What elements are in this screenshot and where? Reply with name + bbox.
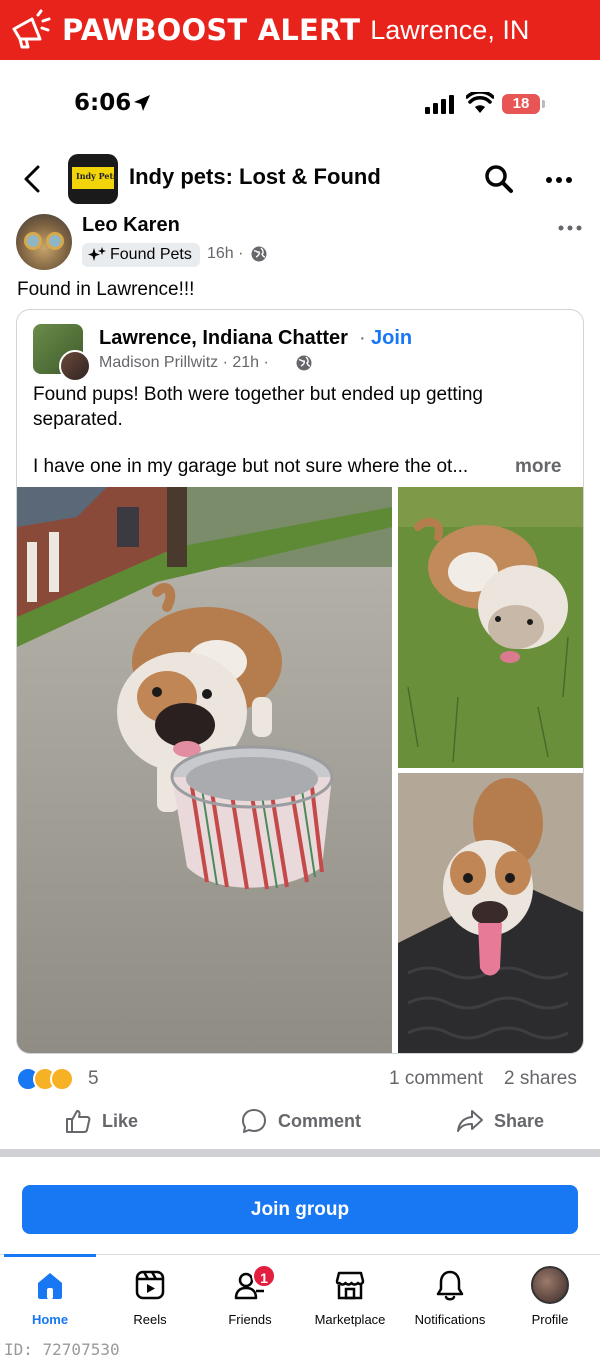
home-icon xyxy=(38,1273,62,1299)
pawboost-alert-banner: PAWBOOST ALERT Lawrence, IN xyxy=(0,0,600,60)
photo-right-top[interactable] xyxy=(398,487,583,768)
sad-reaction-icon xyxy=(50,1067,74,1091)
post-text: Found in Lawrence!!! xyxy=(17,279,195,300)
join-group-button[interactable]: Join group xyxy=(22,1185,578,1234)
nav-home[interactable]: Home xyxy=(0,1266,100,1327)
see-more-link[interactable]: more xyxy=(515,456,561,478)
friends-notification-badge: 1 xyxy=(252,1264,276,1288)
search-icon[interactable] xyxy=(484,164,514,194)
post-time[interactable]: 16h · xyxy=(207,245,243,263)
nav-profile[interactable]: Profile xyxy=(500,1266,600,1327)
nav-profile-label: Profile xyxy=(531,1312,569,1327)
like-label: Like xyxy=(102,1110,139,1131)
post-more-icon[interactable] xyxy=(558,225,582,231)
shared-author-line[interactable]: Madison Prillwitz · 21h · xyxy=(99,354,269,372)
status-bar: 6:06 18 xyxy=(0,60,600,148)
reaction-count[interactable]: 5 xyxy=(88,1068,99,1090)
share-button[interactable]: Share xyxy=(456,1104,544,1138)
reels-icon xyxy=(135,1270,165,1300)
reaction-icons[interactable] xyxy=(16,1066,74,1092)
avatar-glass-left xyxy=(24,232,42,250)
profile-avatar xyxy=(531,1266,569,1304)
section-divider xyxy=(0,1149,600,1157)
group-header: Indy Pets Indy pets: Lost & Found xyxy=(0,150,600,208)
megaphone-icon xyxy=(12,9,51,49)
shared-separator: · xyxy=(359,327,366,349)
nav-reels[interactable]: Reels xyxy=(100,1266,200,1327)
shares-count[interactable]: 2 shares xyxy=(504,1068,577,1090)
comment-bubble-icon xyxy=(242,1109,266,1133)
globe-icon xyxy=(251,246,267,262)
back-chevron-icon[interactable] xyxy=(20,164,46,194)
photo-right-bottom[interactable] xyxy=(398,773,583,1053)
poster-avatar[interactable] xyxy=(16,214,72,270)
nav-marketplace[interactable]: Marketplace xyxy=(300,1266,400,1327)
shared-group-name[interactable]: Lawrence, Indiana Chatter xyxy=(99,327,348,350)
cellular-signal-icon xyxy=(425,95,454,114)
shared-group-thumbnail[interactable] xyxy=(33,324,91,382)
sparkle-icon xyxy=(88,247,106,261)
nav-active-indicator xyxy=(4,1254,96,1257)
nav-marketplace-label: Marketplace xyxy=(314,1312,386,1327)
badge-label: Found Pets xyxy=(110,246,192,263)
shared-author-avatar[interactable] xyxy=(59,350,91,382)
join-link[interactable]: Join xyxy=(371,327,412,350)
wifi-icon xyxy=(466,92,494,113)
nav-home-label: Home xyxy=(31,1312,69,1327)
group-thumbnail[interactable]: Indy Pets xyxy=(68,154,118,204)
avatar-glass-right xyxy=(46,232,64,250)
thumbs-up-icon xyxy=(66,1110,91,1133)
shared-text-line-2: I have one in my garage but not sure whe… xyxy=(33,456,469,477)
share-label: Share xyxy=(494,1110,545,1131)
alert-brand: PAWBOOST ALERT xyxy=(62,13,361,47)
nav-notifications[interactable]: Notifications xyxy=(400,1266,500,1327)
poster-name[interactable]: Leo Karen xyxy=(82,214,180,237)
alert-location: Lawrence, IN xyxy=(370,14,530,45)
nav-notifications-label: Notifications xyxy=(414,1312,486,1327)
shared-globe-icon xyxy=(296,355,312,371)
comment-label: Comment xyxy=(278,1110,362,1131)
status-time: 6:06 xyxy=(74,90,132,116)
image-id-label: ID: 72707530 xyxy=(4,1340,120,1359)
bell-icon xyxy=(436,1270,464,1301)
battery-indicator: 18 xyxy=(502,94,540,114)
photo-right-top-illustration xyxy=(398,487,583,768)
more-options-icon[interactable] xyxy=(545,176,573,184)
shared-text-line-1: Found pups! Both were together but ended… xyxy=(33,384,483,430)
group-title[interactable]: Indy pets: Lost & Found xyxy=(129,164,381,190)
like-button[interactable]: Like xyxy=(64,1104,138,1138)
shared-post-card[interactable]: Lawrence, Indiana Chatter · Join Madison… xyxy=(16,309,584,1054)
photo-right-bottom-illustration xyxy=(398,773,583,1053)
photo-main-illustration xyxy=(17,487,392,1053)
battery-tip xyxy=(542,100,545,108)
location-arrow-icon xyxy=(134,95,150,111)
thumbnail-text: Indy Pets xyxy=(76,171,118,181)
marketplace-icon xyxy=(335,1271,365,1300)
found-pets-badge[interactable]: Found Pets xyxy=(82,243,200,267)
nav-friends[interactable]: 1 Friends xyxy=(200,1264,300,1327)
share-arrow-icon xyxy=(457,1110,483,1132)
comment-button[interactable]: Comment xyxy=(240,1104,361,1138)
photo-main[interactable] xyxy=(17,487,392,1053)
nav-friends-label: Friends xyxy=(228,1312,272,1327)
nav-reels-label: Reels xyxy=(133,1312,167,1327)
comments-count[interactable]: 1 comment xyxy=(389,1068,483,1090)
